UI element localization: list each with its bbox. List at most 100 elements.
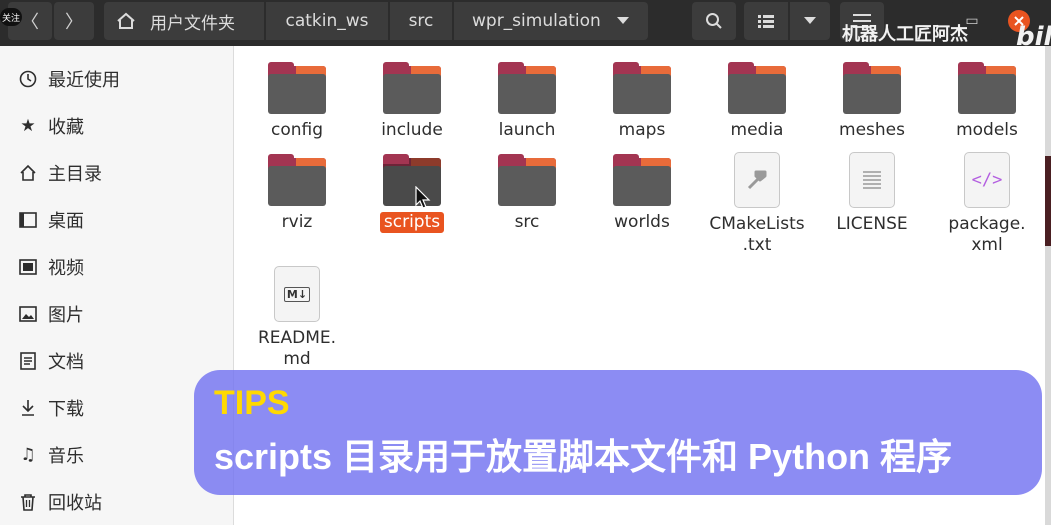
- folder-icon: [613, 62, 671, 114]
- follow-badge: 关注: [0, 8, 22, 26]
- search-icon: [706, 13, 722, 29]
- forward-button[interactable]: 〉: [54, 2, 94, 40]
- file-name: rviz: [281, 212, 313, 232]
- code-glyph: </>: [971, 170, 1003, 190]
- file-name-line2: md: [283, 349, 311, 369]
- hammer-icon: [734, 152, 780, 208]
- breadcrumb-wpr-simulation[interactable]: wpr_simulation: [454, 2, 648, 40]
- folder-icon: [268, 154, 326, 206]
- trash-icon: [18, 492, 38, 512]
- sidebar-item-home[interactable]: 主目录: [0, 153, 234, 193]
- file-package-xml[interactable]: </> package. xml: [932, 152, 1042, 256]
- file-name: meshes: [839, 120, 905, 140]
- breadcrumb-catkin-ws[interactable]: catkin_ws: [266, 2, 388, 40]
- sidebar-item-label: 收藏: [48, 117, 84, 138]
- music-icon: ♫: [20, 445, 36, 465]
- text-file-icon: [849, 152, 895, 208]
- file-name: models: [956, 120, 1018, 140]
- tips-overlay: TIPS scripts 目录用于放置脚本文件和 Python 程序: [194, 370, 1042, 495]
- breadcrumb-home[interactable]: 用户文件夹: [104, 2, 264, 40]
- view-options-button[interactable]: [790, 2, 830, 40]
- sidebar-item-label: 回收站: [48, 493, 102, 514]
- sidebar-item-documents[interactable]: 文档: [0, 341, 234, 381]
- file-name: package.: [948, 214, 1026, 234]
- folder-icon: [383, 62, 441, 114]
- folder-icon: [383, 154, 441, 206]
- search-button[interactable]: [692, 2, 736, 40]
- download-icon: [18, 398, 38, 418]
- mouse-cursor-icon: [415, 186, 431, 209]
- list-view-button[interactable]: [744, 2, 788, 40]
- sidebar-item-videos[interactable]: 视频: [0, 247, 234, 287]
- folder-icon: [268, 62, 326, 114]
- breadcrumb-label: wpr_simulation: [472, 11, 601, 31]
- video-icon: [18, 257, 38, 277]
- folder-icon: [498, 154, 556, 206]
- file-name: config: [270, 120, 324, 140]
- file-name-line2: xml: [971, 235, 1003, 255]
- folder-rviz[interactable]: rviz: [242, 154, 352, 233]
- file-name: src: [514, 212, 540, 232]
- image-icon: [18, 304, 38, 324]
- file-name: maps: [618, 120, 666, 140]
- sidebar-item-label: 桌面: [48, 211, 84, 232]
- list-view-icon: [758, 15, 774, 28]
- tips-body: scripts 目录用于放置脚本文件和 Python 程序: [214, 436, 953, 477]
- file-name: include: [381, 120, 443, 140]
- sidebar-item-label: 文档: [48, 352, 84, 373]
- folder-config[interactable]: config: [242, 62, 352, 141]
- folder-icon: [728, 62, 786, 114]
- sidebar-item-trash[interactable]: 回收站: [0, 482, 234, 522]
- markdown-glyph: M↓: [283, 286, 311, 302]
- folder-maps[interactable]: maps: [587, 62, 697, 141]
- folder-models[interactable]: models: [932, 62, 1042, 141]
- folder-icon: [843, 62, 901, 114]
- sidebar-item-starred[interactable]: ★ 收藏: [0, 106, 234, 146]
- folder-meshes[interactable]: meshes: [817, 62, 927, 141]
- chevron-down-icon: [616, 17, 629, 24]
- file-name-line2: .txt: [742, 235, 772, 255]
- file-name: worlds: [614, 212, 670, 232]
- desktop-icon: [18, 210, 38, 230]
- folder-src[interactable]: src: [472, 154, 582, 233]
- breadcrumb-label: catkin_ws: [285, 11, 369, 31]
- folder-worlds[interactable]: worlds: [587, 154, 697, 233]
- file-name-selected: scripts: [379, 212, 445, 233]
- home-icon: [18, 163, 38, 183]
- folder-scripts[interactable]: scripts: [357, 154, 467, 233]
- code-file-icon: </>: [964, 152, 1010, 208]
- file-name: launch: [498, 120, 556, 140]
- sidebar-item-label: 图片: [48, 305, 84, 326]
- file-name: README.: [257, 328, 337, 348]
- tips-title: TIPS: [214, 384, 290, 422]
- markdown-file-icon: M↓: [274, 266, 320, 322]
- file-license[interactable]: LICENSE: [817, 152, 927, 235]
- chevron-down-icon: [804, 17, 816, 24]
- sidebar-item-pictures[interactable]: 图片: [0, 294, 234, 334]
- forward-icon: 〉: [65, 12, 83, 33]
- file-name: LICENSE: [836, 214, 908, 234]
- folder-icon: [498, 62, 556, 114]
- folder-include[interactable]: include: [357, 62, 467, 141]
- breadcrumb-label: src: [408, 11, 434, 31]
- star-icon: ★: [20, 116, 36, 136]
- window-edge: [1045, 46, 1051, 525]
- sidebar-item-label: 最近使用: [48, 70, 120, 91]
- file-readme-md[interactable]: M↓ README. md: [242, 266, 352, 370]
- sidebar-item-recent[interactable]: 最近使用: [0, 59, 234, 99]
- breadcrumb-src[interactable]: src: [390, 2, 452, 40]
- document-icon: [18, 351, 38, 371]
- sidebar-item-desktop[interactable]: 桌面: [0, 200, 234, 240]
- file-name: media: [730, 120, 784, 140]
- sidebar-item-label: 下载: [48, 399, 84, 420]
- watermark-text: 机器人工匠阿杰: [842, 24, 968, 45]
- folder-launch[interactable]: launch: [472, 62, 582, 141]
- breadcrumb-label: 用户文件夹: [150, 13, 235, 34]
- header-bar: 〈 关注 〉 用户文件夹 catkin_ws src wpr_simulatio…: [0, 0, 1051, 52]
- sidebar-item-label: 音乐: [48, 446, 84, 467]
- back-icon: 〈: [21, 12, 39, 33]
- folder-icon: [958, 62, 1016, 114]
- folder-media[interactable]: media: [702, 62, 812, 141]
- folder-icon: [613, 154, 671, 206]
- file-cmakelists[interactable]: CMakeLists .txt: [702, 152, 812, 256]
